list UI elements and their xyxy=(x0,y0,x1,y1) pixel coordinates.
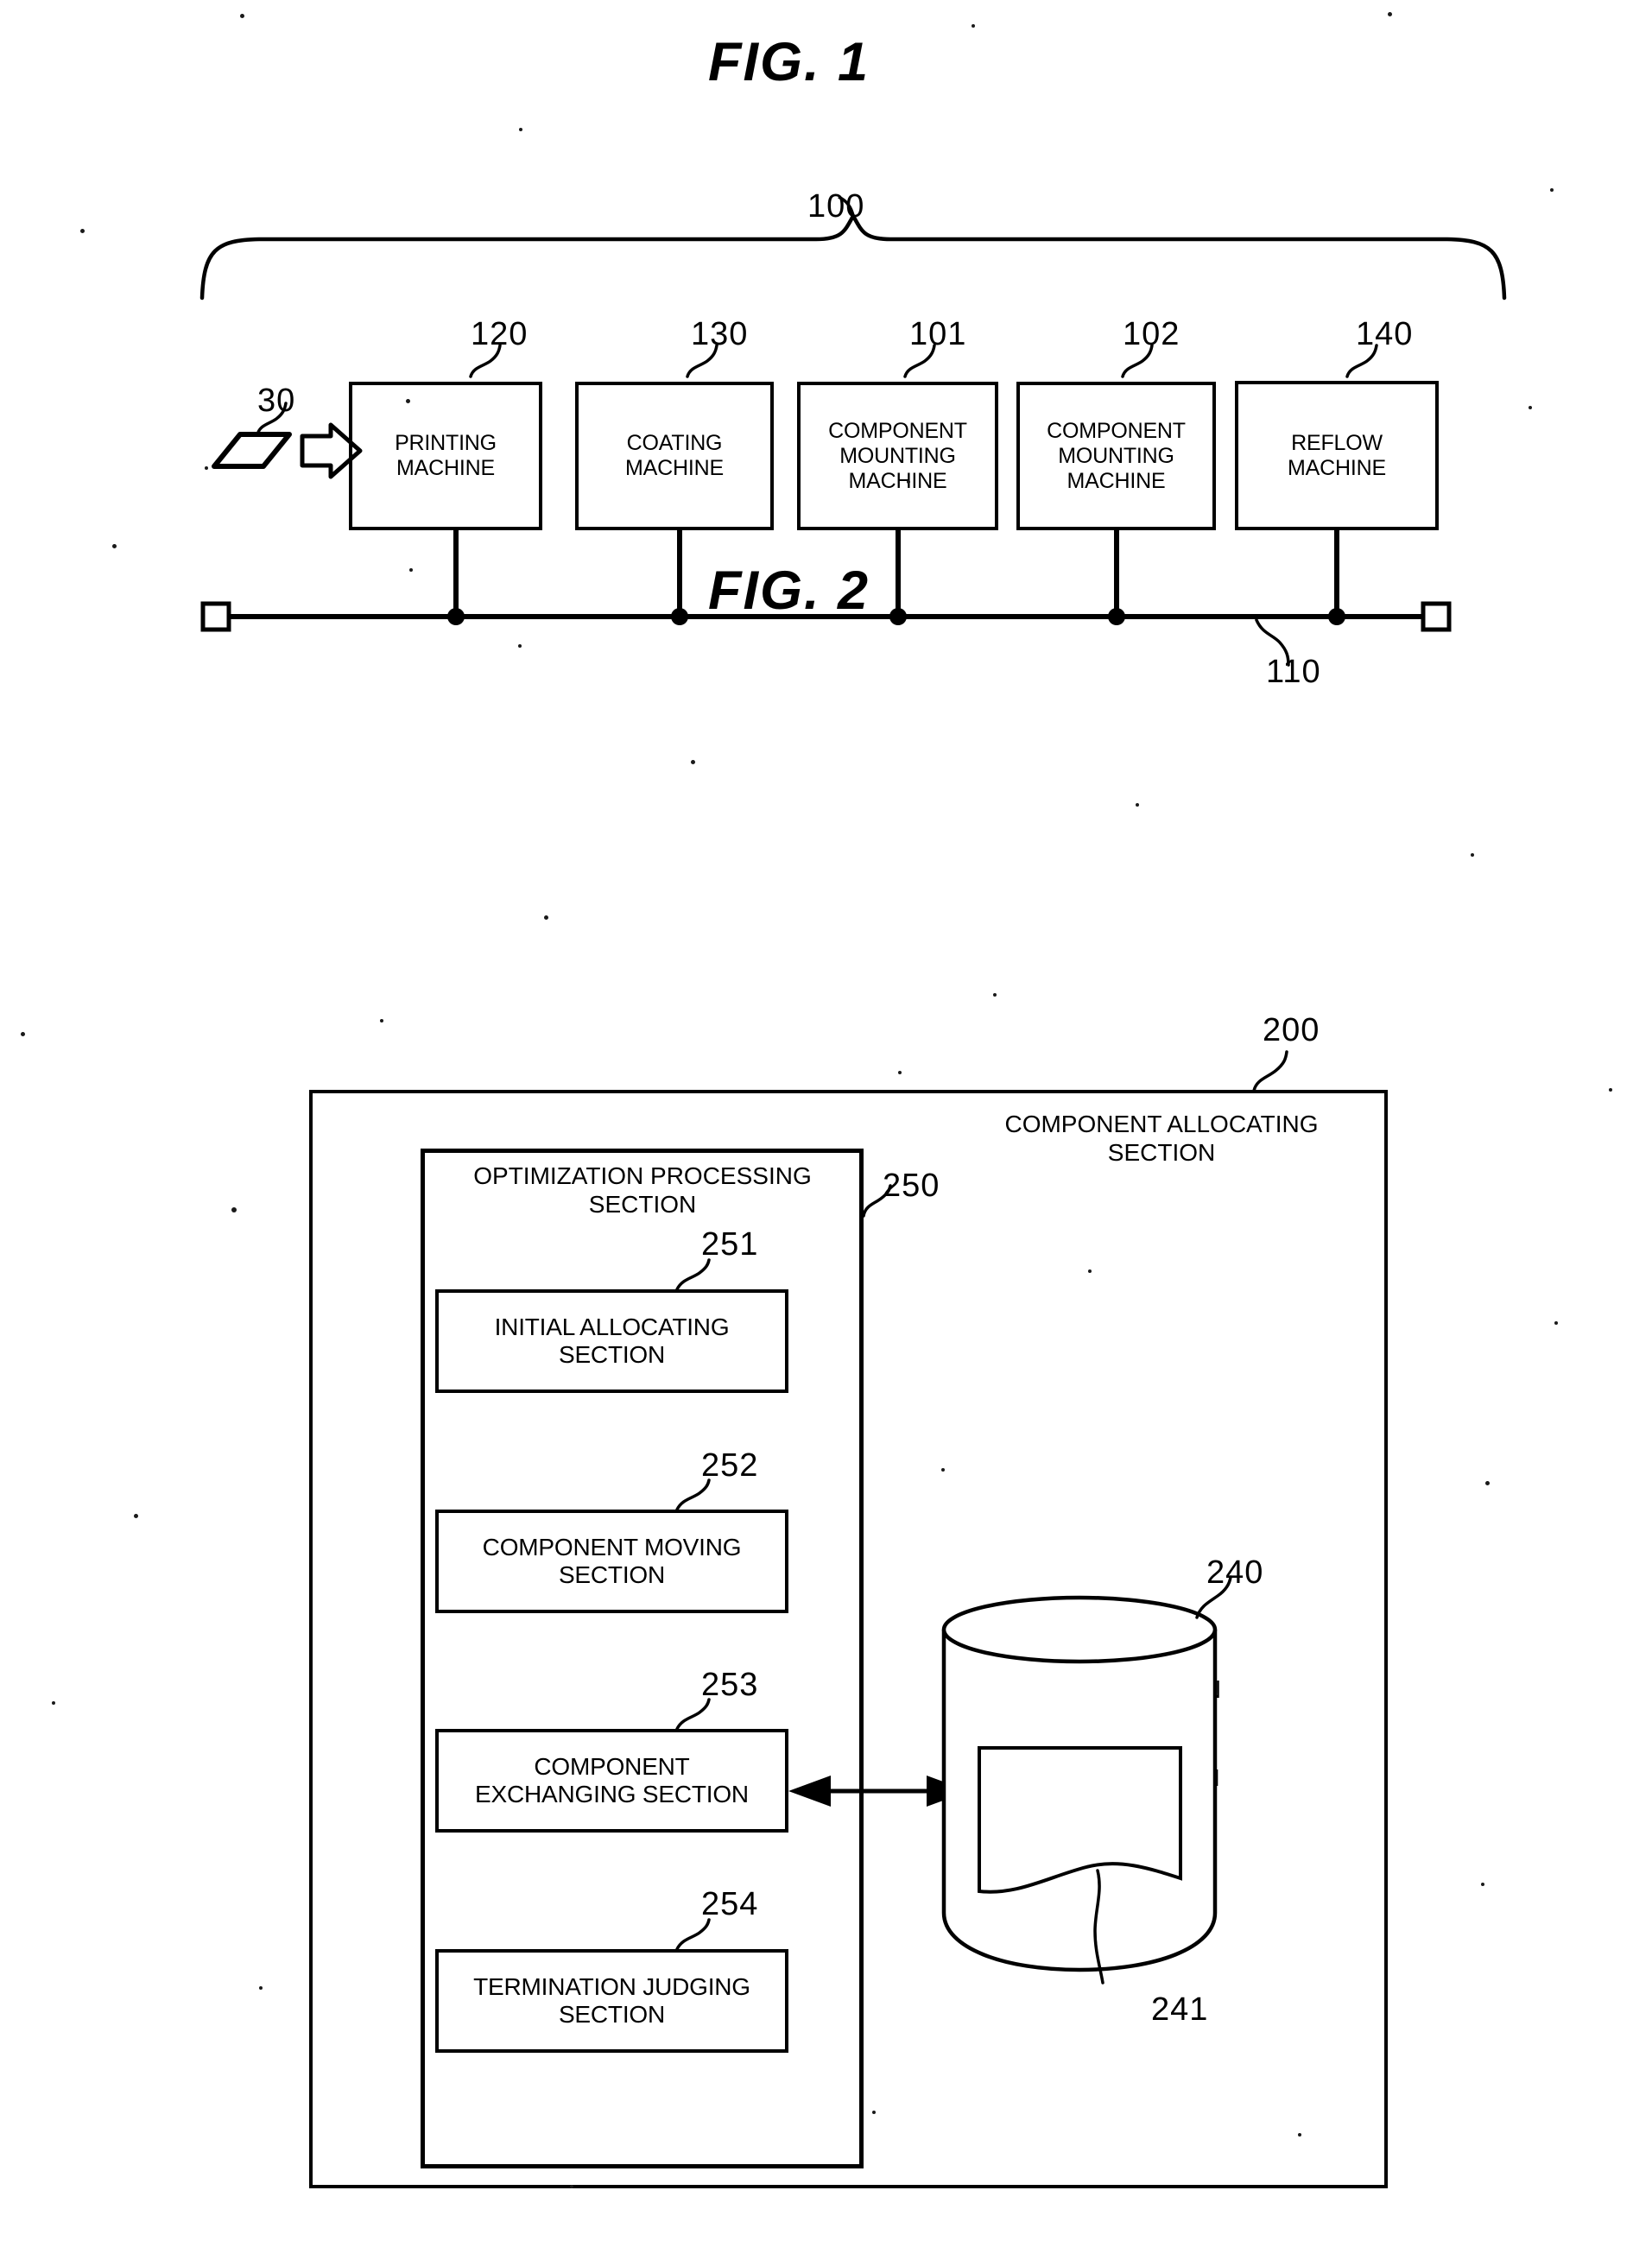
paper-speck xyxy=(1471,853,1474,857)
paper-speck xyxy=(972,24,975,28)
ref-number-101: 101 xyxy=(909,316,967,352)
paper-speck xyxy=(544,915,548,920)
ref-number-251: 251 xyxy=(701,1226,759,1263)
system-brace-100 xyxy=(199,212,1507,301)
optimization-processing-section-label: OPTIMIZATION PROCESSING SECTION xyxy=(473,1162,812,1219)
machine-box-component-mounting-2[interactable]: COMPONENT MOUNTING MACHINE xyxy=(1016,382,1216,530)
paper-speck xyxy=(409,568,413,572)
component-exchanging-section-box[interactable]: COMPONENT EXCHANGING SECTION xyxy=(435,1729,788,1833)
pcb-board-shape xyxy=(212,432,292,469)
paper-speck xyxy=(1609,1088,1612,1092)
paper-speck xyxy=(1529,406,1532,409)
ref-number-253: 253 xyxy=(701,1667,759,1703)
machine-box-component-mounting-1[interactable]: COMPONENT MOUNTING MACHINE xyxy=(797,382,998,530)
initial-allocating-section-box[interactable]: INITIAL ALLOCATING SECTION xyxy=(435,1289,788,1393)
paper-speck xyxy=(52,1701,55,1705)
bus-junction-dot xyxy=(1108,608,1125,625)
paper-speck xyxy=(240,14,244,18)
machine-label-reflow: REFLOW MACHINE xyxy=(1288,430,1386,480)
paper-speck xyxy=(570,2185,573,2188)
component-moving-section-box[interactable]: COMPONENT MOVING SECTION xyxy=(435,1510,788,1613)
machine-label-coating: COATING MACHINE xyxy=(625,431,724,480)
paper-speck xyxy=(231,1207,237,1212)
paper-speck xyxy=(907,480,910,484)
figure-2-title: FIG. 2 xyxy=(708,560,870,621)
termination-judging-section-box[interactable]: TERMINATION JUDGING SECTION xyxy=(435,1949,788,2053)
termination-judging-section-label: TERMINATION JUDGING SECTION xyxy=(473,1972,750,2028)
ref-number-240: 240 xyxy=(1206,1554,1264,1591)
paper-speck xyxy=(518,644,522,648)
bus-junction-dot xyxy=(1328,608,1345,625)
machine-box-coating[interactable]: COATING MACHINE xyxy=(575,382,774,530)
paper-speck xyxy=(941,1468,945,1472)
paper-speck xyxy=(406,399,410,403)
ref-number-110: 110 xyxy=(1266,654,1321,690)
ref-number-254: 254 xyxy=(701,1886,759,1922)
component-allocating-section-label: COMPONENT ALLOCATING SECTION xyxy=(1004,1111,1319,1167)
paper-speck xyxy=(872,2111,876,2114)
ref-leader-200 xyxy=(1252,1050,1288,1092)
paper-speck xyxy=(134,1514,138,1518)
component-moving-section-label: COMPONENT MOVING SECTION xyxy=(482,1533,742,1588)
paper-speck xyxy=(80,229,85,233)
figure-1-title: FIG. 1 xyxy=(708,32,870,92)
tact-calculation-table-label: TACT CALCULATION TABLE xyxy=(984,1764,1220,1820)
machine-label-component-mounting-2: COMPONENT MOUNTING MACHINE xyxy=(1047,418,1186,493)
paper-speck xyxy=(1298,2133,1301,2137)
bus-terminator-right xyxy=(1421,601,1452,632)
paper-speck xyxy=(1388,12,1392,16)
machine-label-printing: PRINTING MACHINE xyxy=(395,431,497,480)
paper-speck xyxy=(205,466,208,470)
paper-speck xyxy=(1485,1481,1490,1485)
paper-speck xyxy=(1136,803,1139,807)
ref-number-252: 252 xyxy=(701,1447,759,1484)
paper-speck xyxy=(380,1019,383,1022)
ref-number-200: 200 xyxy=(1263,1012,1320,1048)
paper-speck xyxy=(691,760,695,764)
paper-speck xyxy=(21,1032,25,1036)
machine-label-component-mounting-1: COMPONENT MOUNTING MACHINE xyxy=(828,418,967,493)
paper-speck xyxy=(112,544,117,548)
component-exchanging-section-label: COMPONENT EXCHANGING SECTION xyxy=(475,1752,749,1807)
bus-junction-dot xyxy=(889,608,907,625)
bus-junction-dot xyxy=(671,608,688,625)
storage-section-label: STORAGE SECTION xyxy=(980,1676,1222,1704)
paper-speck xyxy=(1088,1269,1092,1273)
paper-speck xyxy=(898,1071,902,1074)
paper-speck xyxy=(993,993,997,997)
paper-speck xyxy=(1481,1883,1484,1886)
paper-speck xyxy=(1554,1321,1558,1325)
paper-speck xyxy=(259,1986,263,1990)
ref-number-30: 30 xyxy=(257,383,296,419)
machine-box-reflow[interactable]: REFLOW MACHINE xyxy=(1235,381,1439,530)
paper-speck xyxy=(1550,188,1554,192)
ref-number-120: 120 xyxy=(471,316,529,352)
ref-number-241: 241 xyxy=(1151,1991,1209,2028)
patent-drawing-sheet: FIG. 1 100 120 130 101 102 140 30 110 PR… xyxy=(0,0,1652,2241)
bus-terminator-left xyxy=(200,601,231,632)
paper-speck xyxy=(519,128,522,131)
ref-number-140: 140 xyxy=(1356,316,1414,352)
ref-number-250: 250 xyxy=(883,1168,940,1204)
machine-box-printing[interactable]: PRINTING MACHINE xyxy=(349,382,542,530)
initial-allocating-section-label: INITIAL ALLOCATING SECTION xyxy=(494,1313,730,1368)
bus-junction-dot xyxy=(447,608,465,625)
ref-number-102: 102 xyxy=(1123,316,1180,352)
ref-number-130: 130 xyxy=(691,316,749,352)
ref-number-100: 100 xyxy=(807,188,865,225)
